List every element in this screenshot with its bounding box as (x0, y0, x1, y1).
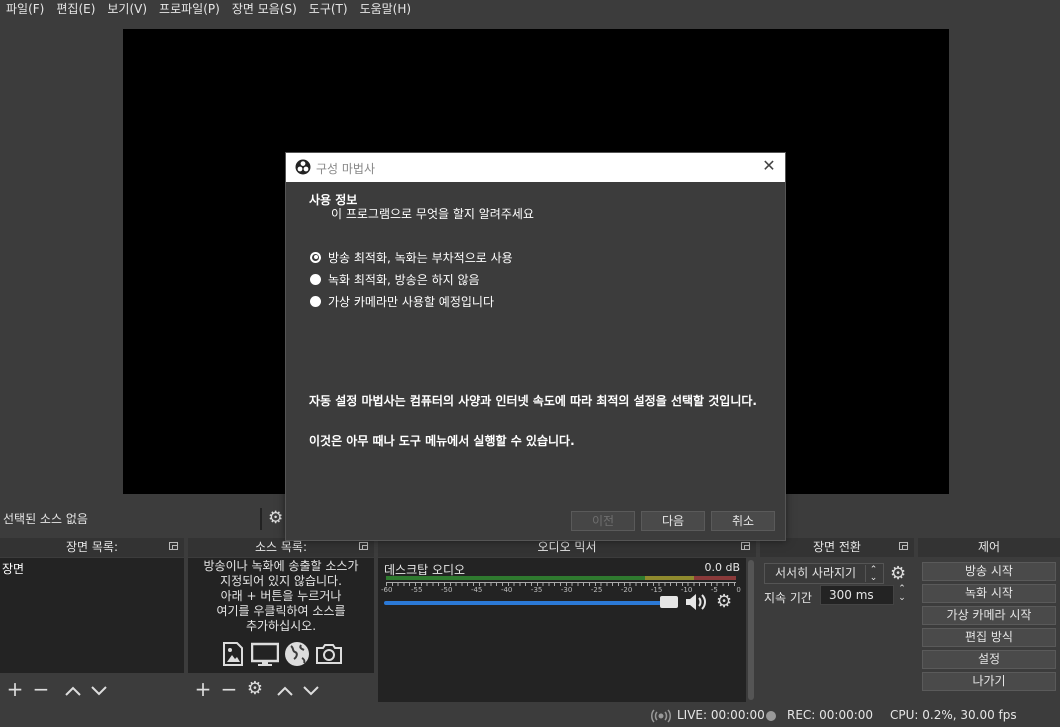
status-bar: LIVE: 00:00:00 REC: 00:00:00 CPU: 0.2%, … (0, 705, 1060, 727)
meter-scale-label: -30 (560, 586, 573, 594)
meter-scale-label: -20 (620, 586, 633, 594)
meter-scale-label: -55 (410, 586, 423, 594)
meter-scale-label: -50 (440, 586, 453, 594)
controls-dock: 제어 방송 시작 녹화 시작 가상 카메라 시작 편집 방식 설정 나가기 (918, 538, 1060, 702)
meter-scale-label: -45 (470, 586, 483, 594)
wizard-note: 이것은 아무 때나 도구 메뉴에서 실행할 수 있습니다. (309, 434, 575, 448)
dialog-title: 구성 마법사 (316, 162, 376, 176)
radio-label: 가상 카메라만 사용할 예정입니다 (328, 294, 495, 309)
divider (260, 508, 262, 530)
dialog-titlebar[interactable]: 구성 마법사 ✕ (286, 153, 785, 182)
usage-option-recording[interactable]: 녹화 최적화, 방송은 하지 않음 (310, 271, 480, 287)
menu-view[interactable]: 보기(V) (101, 0, 153, 18)
menu-help[interactable]: 도움말(H) (354, 0, 418, 18)
next-button[interactable]: 다음 (641, 511, 705, 531)
duration-spinner-chevron-icon[interactable]: ⌃ ⌄ (894, 585, 910, 605)
volume-slider-track[interactable] (384, 601, 670, 605)
move-up-chevron-icon[interactable] (60, 677, 86, 701)
usage-option-streaming[interactable]: 방송 최적화, 녹화는 부차적으로 사용 (310, 249, 513, 265)
menu-tools[interactable]: 도구(T) (303, 0, 354, 18)
start-streaming-button[interactable]: 방송 시작 (922, 562, 1056, 581)
remove-source-minus-icon[interactable]: − (216, 677, 242, 701)
start-virtual-camera-button[interactable]: 가상 카메라 시작 (922, 606, 1056, 625)
move-down-chevron-icon[interactable] (298, 677, 324, 701)
cpu-fps-readout: CPU: 0.2%, 30.00 fps (890, 708, 1017, 722)
radio-button[interactable] (310, 295, 321, 307)
controls-title: 제어 (918, 538, 1060, 557)
usage-option-virtual-camera[interactable]: 가상 카메라만 사용할 예정입니다 (310, 293, 494, 309)
scenes-dock: 장면 목록: 장면 + − (0, 538, 184, 702)
camera-icon (316, 644, 342, 664)
dialog-subheading: 이 프로그램으로 무엇을 할지 알려주세요 (331, 207, 534, 221)
duration-input[interactable]: 300 ms (820, 585, 894, 605)
close-icon[interactable]: ✕ (761, 157, 777, 175)
studio-mode-button[interactable]: 편집 방식 (922, 628, 1056, 647)
add-scene-plus-icon[interactable]: + (2, 677, 28, 701)
previous-button[interactable]: 이전 (571, 511, 635, 531)
source-list[interactable]: 방송이나 녹화에 송출할 소스가 지정되어 있지 않습니다. 아래 + 버튼을 … (188, 558, 374, 673)
sources-toolbar: + − ⚙ (188, 676, 374, 702)
audio-mixer-dock: 오디오 믹서 데스크탑 오디오 0.0 dB -60 -55 -50 -45 -… (378, 538, 756, 702)
remove-scene-minus-icon[interactable]: − (28, 677, 54, 701)
monitor-capture-icon (251, 642, 279, 666)
sources-empty-hint: 방송이나 녹화에 송출할 소스가 지정되어 있지 않습니다. 아래 + 버튼을 … (203, 559, 359, 633)
no-source-label: 선택된 소스 없음 (3, 512, 88, 526)
menu-edit[interactable]: 편집(E) (50, 0, 101, 18)
source-type-icons (188, 640, 374, 668)
dock-float-icon[interactable] (359, 542, 368, 550)
mixer-channel: 데스크탑 오디오 0.0 dB -60 -55 -50 -45 -40 -35 … (378, 558, 746, 702)
mixer-scrollbar[interactable] (748, 560, 754, 700)
move-up-chevron-icon[interactable] (272, 677, 298, 701)
radio-button-checked[interactable] (310, 251, 321, 263)
transition-settings-gear-icon[interactable]: ⚙ (890, 563, 906, 584)
mixer-db-readout: 0.0 dB (704, 561, 740, 574)
wizard-description: 자동 설정 마법사는 컴퓨터의 사양과 인터넷 속도에 따라 최적의 설정을 선… (309, 394, 757, 408)
browser-globe-icon (285, 642, 309, 666)
dock-float-icon[interactable] (741, 542, 750, 550)
scenes-toolbar: + − (0, 676, 184, 702)
config-wizard-dialog: 구성 마법사 ✕ 사용 정보 이 프로그램으로 무엇을 할지 알려주세요 방송 … (285, 152, 786, 541)
radio-label: 방송 최적화, 녹화는 부차적으로 사용 (328, 250, 513, 265)
broadcast-icon (651, 709, 671, 723)
mixer-settings-gear-icon[interactable]: ⚙ (716, 591, 732, 612)
radio-button[interactable] (310, 273, 321, 285)
obs-logo-icon (295, 159, 311, 175)
meter-scale-label: -40 (500, 586, 513, 594)
meter-scale-label: -25 (590, 586, 603, 594)
speaker-volume-icon[interactable] (684, 591, 708, 613)
transition-select[interactable]: 서서히 사라지기 ⌃ ⌄ (764, 563, 884, 584)
add-source-plus-icon[interactable]: + (190, 677, 216, 701)
scene-list-item[interactable]: 장면 (2, 560, 24, 577)
dock-float-icon[interactable] (899, 542, 908, 550)
sources-dock: 소스 목록: 방송이나 녹화에 송출할 소스가 지정되어 있지 않습니다. 아래… (188, 538, 374, 702)
settings-button[interactable]: 설정 (922, 650, 1056, 669)
source-properties-gear-icon[interactable]: ⚙ (242, 677, 268, 701)
volume-meter (386, 576, 736, 580)
meter-scale-label: -60 (381, 586, 393, 594)
transition-select-value: 서서히 사라지기 (775, 566, 857, 580)
radio-label: 녹화 최적화, 방송은 하지 않음 (328, 272, 480, 287)
move-down-chevron-icon[interactable] (86, 677, 112, 701)
meter-scale-label: -15 (650, 586, 663, 594)
menu-profile[interactable]: 프로파일(P) (153, 0, 226, 18)
scenes-dock-title: 장면 목록: (0, 538, 184, 557)
meter-scale-label: 0 (736, 586, 741, 594)
image-source-icon (223, 642, 243, 666)
meter-scale-label: -35 (530, 586, 543, 594)
record-dot-icon (766, 711, 776, 721)
cancel-button[interactable]: 취소 (711, 511, 775, 531)
volume-slider-handle[interactable] (660, 596, 678, 608)
start-recording-button[interactable]: 녹화 시작 (922, 584, 1056, 603)
duration-label: 지속 기간 (764, 591, 812, 605)
menu-bar: 파일(F) 편집(E) 보기(V) 프로파일(P) 장면 모음(S) 도구(T)… (0, 0, 1060, 18)
dock-float-icon[interactable] (169, 542, 178, 550)
menu-file[interactable]: 파일(F) (0, 0, 50, 18)
live-timer: LIVE: 00:00:00 (677, 708, 765, 722)
chevron-updown-icon: ⌃ ⌄ (865, 565, 881, 583)
menu-scene-collection[interactable]: 장면 모음(S) (226, 0, 303, 18)
exit-button[interactable]: 나가기 (922, 672, 1056, 691)
transitions-dock: 장면 전환 서서히 사라지기 ⌃ ⌄ ⚙ 지속 기간 300 ms ⌃ ⌄ (760, 538, 914, 702)
scene-list[interactable]: 장면 (0, 558, 184, 673)
rec-timer: REC: 00:00:00 (787, 708, 874, 722)
